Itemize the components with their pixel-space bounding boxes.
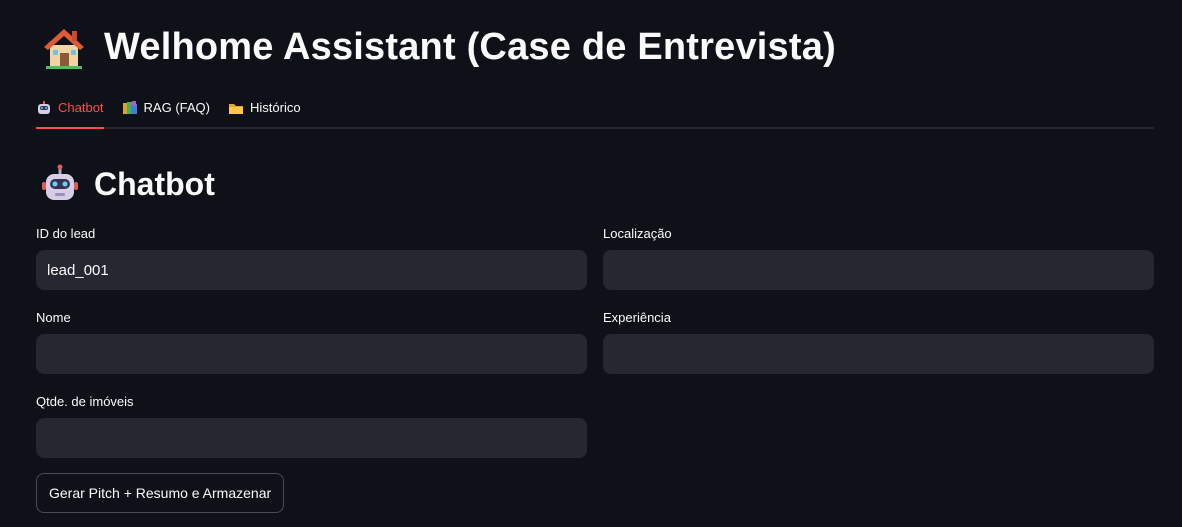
app-root: Welhome Assistant (Case de Entrevista) C… — [0, 0, 1182, 527]
robot-icon — [36, 100, 52, 116]
books-icon — [122, 100, 138, 116]
qtd-imoveis-group: Qtde. de imóveis — [36, 394, 587, 458]
lead-id-group: ID do lead — [36, 226, 587, 290]
house-icon — [40, 23, 88, 71]
nome-label: Nome — [36, 310, 71, 325]
experiencia-label: Experiência — [603, 310, 671, 325]
tab-chatbot[interactable]: Chatbot — [36, 88, 104, 129]
tab-label: RAG (FAQ) — [143, 100, 210, 115]
tab-label: Histórico — [250, 100, 301, 115]
qtd-imoveis-label: Qtde. de imóveis — [36, 394, 134, 409]
localizacao-label: Localização — [603, 226, 672, 241]
experiencia-input[interactable] — [603, 334, 1154, 374]
lead-id-label: ID do lead — [36, 226, 96, 241]
qtd-imoveis-input[interactable] — [36, 418, 587, 458]
tab-bar: Chatbot RAG (FAQ) Histórico — [36, 88, 1154, 129]
lead-id-input[interactable] — [36, 250, 587, 290]
section-header: Chatbot — [40, 162, 215, 206]
section-title: Chatbot — [94, 165, 215, 202]
localizacao-input[interactable] — [603, 250, 1154, 290]
tab-rag-faq[interactable]: RAG (FAQ) — [122, 88, 210, 127]
generate-pitch-button[interactable]: Gerar Pitch + Resumo e Armazenar — [36, 473, 285, 513]
nome-group: Nome — [36, 310, 587, 374]
experiencia-group: Experiência — [603, 310, 1154, 374]
folder-icon — [228, 100, 244, 116]
nome-input[interactable] — [36, 334, 587, 374]
app-header: Welhome Assistant (Case de Entrevista) — [40, 20, 836, 74]
localizacao-group: Localização — [603, 226, 1154, 290]
page-title: Welhome Assistant (Case de Entrevista) — [104, 25, 836, 68]
tab-label: Chatbot — [58, 100, 104, 115]
robot-icon — [40, 164, 80, 204]
tab-historico[interactable]: Histórico — [228, 88, 301, 127]
